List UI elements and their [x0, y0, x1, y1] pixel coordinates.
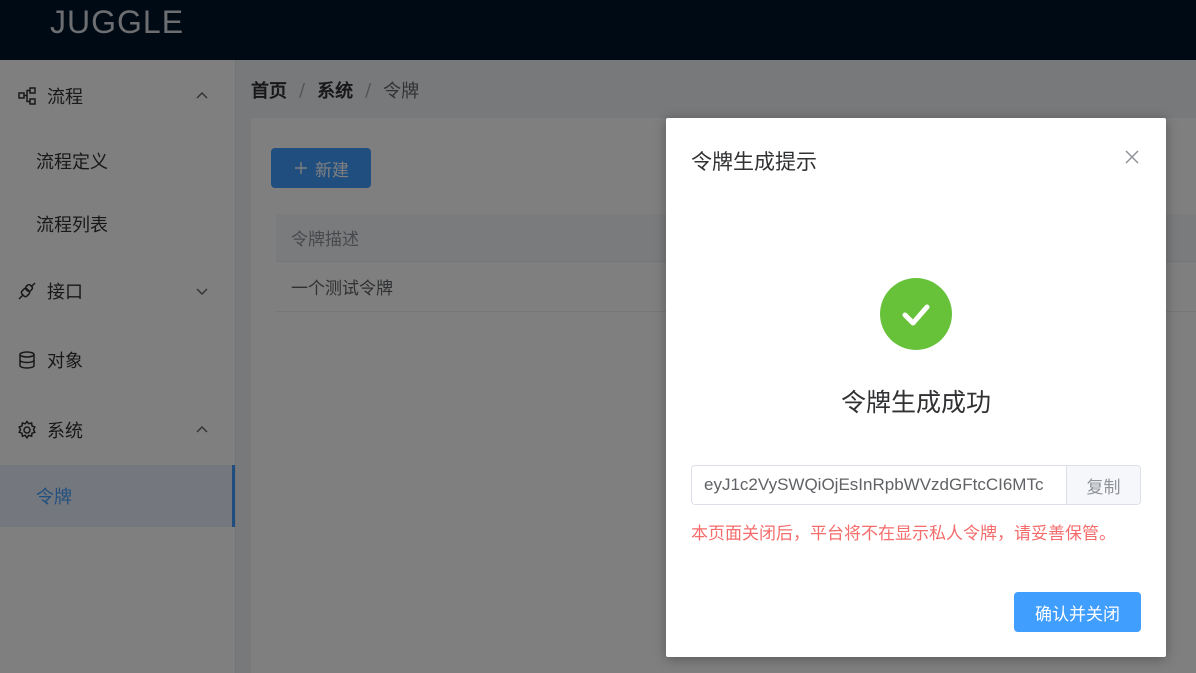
close-icon[interactable] [1123, 148, 1141, 166]
success-check-icon [880, 278, 952, 350]
token-input-group: 复制 [691, 465, 1141, 505]
warning-text: 本页面关闭后，平台将不在显示私人令牌，请妥善保管。 [691, 524, 1116, 544]
token-input[interactable] [692, 466, 1066, 504]
dialog-title: 令牌生成提示 [691, 150, 817, 174]
copy-button[interactable]: 复制 [1066, 466, 1140, 504]
token-dialog: 令牌生成提示 令牌生成成功 复制 本页面关闭后，平台将不在显示私人令牌，请妥善保… [666, 118, 1166, 657]
confirm-close-button[interactable]: 确认并关闭 [1014, 592, 1141, 632]
success-message: 令牌生成成功 [840, 388, 991, 417]
